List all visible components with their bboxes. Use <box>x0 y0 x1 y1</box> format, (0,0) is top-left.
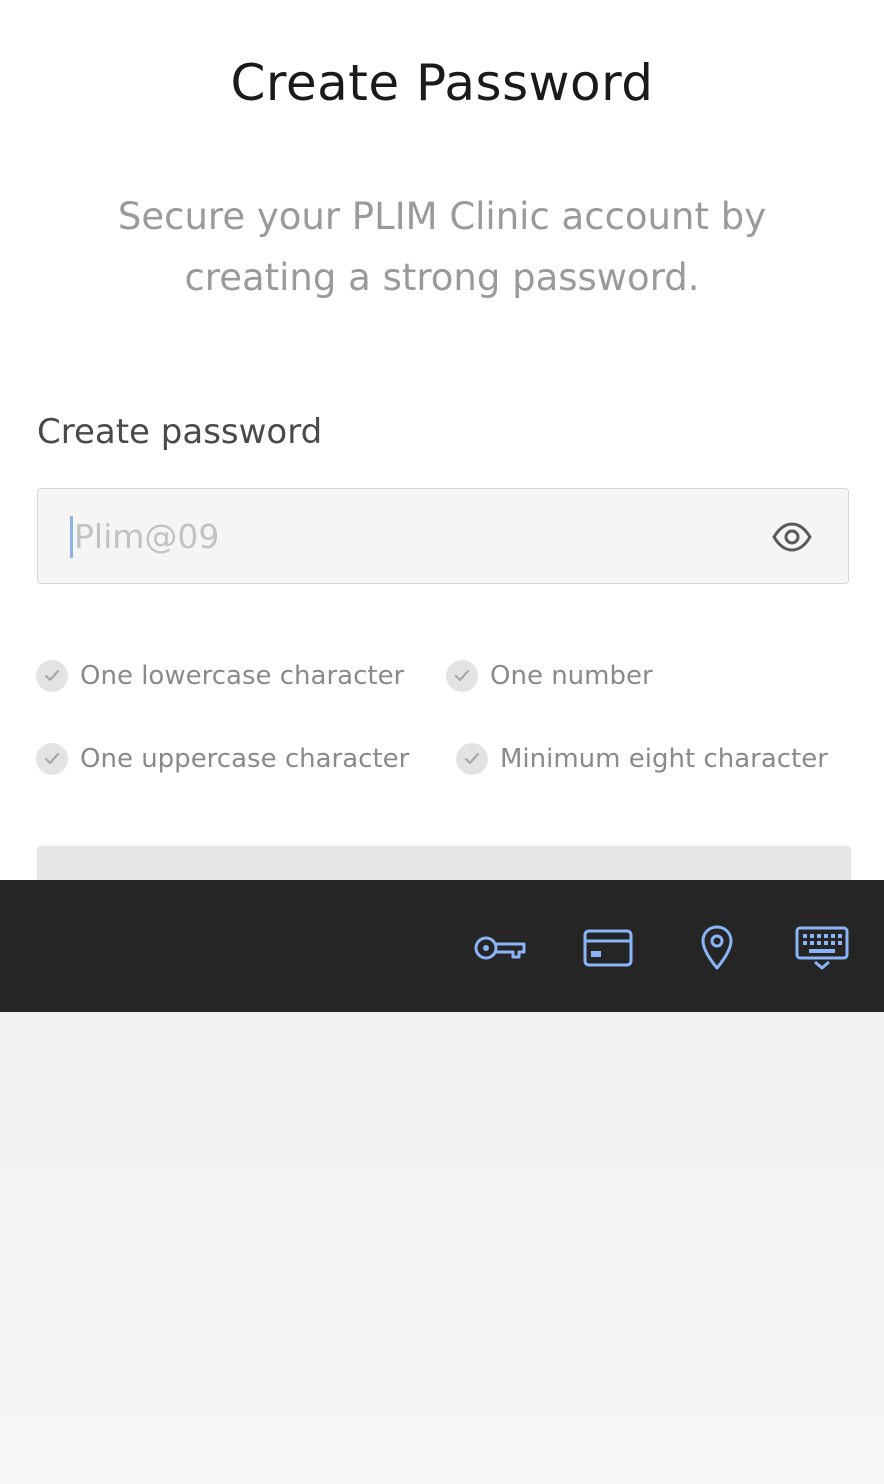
page-subtitle: Secure your PLIM Clinic account by creat… <box>117 195 767 299</box>
create-password-screen: Create Password Secure your PLIM Clinic … <box>0 0 884 880</box>
check-icon <box>36 660 68 692</box>
requirement-label: One number <box>490 661 653 691</box>
keyboard-area <box>0 1012 884 1484</box>
submit-button[interactable] <box>37 846 851 880</box>
requirement-lowercase: One lowercase character <box>36 660 404 692</box>
page-title: Create Password <box>230 54 654 112</box>
requirement-min-length: Minimum eight character <box>456 743 828 775</box>
key-icon[interactable] <box>472 924 528 972</box>
check-icon <box>456 743 488 775</box>
keyboard-icon[interactable] <box>794 924 850 972</box>
requirement-label: Minimum eight character <box>500 744 828 774</box>
password-input[interactable] <box>68 489 754 583</box>
check-icon <box>36 743 68 775</box>
credit-card-icon[interactable] <box>582 924 634 972</box>
password-field-label: Create password <box>37 412 323 452</box>
requirement-label: One uppercase character <box>80 744 410 774</box>
location-pin-icon[interactable] <box>698 924 736 972</box>
requirement-uppercase: One uppercase character <box>36 743 409 775</box>
check-icon <box>446 660 478 692</box>
keyboard-toolbar <box>0 880 884 1012</box>
requirement-number: One number <box>446 660 653 692</box>
password-input-container[interactable] <box>37 488 849 584</box>
requirement-label: One lowercase character <box>80 661 405 691</box>
text-caret <box>70 516 73 558</box>
eye-icon[interactable] <box>772 518 812 556</box>
